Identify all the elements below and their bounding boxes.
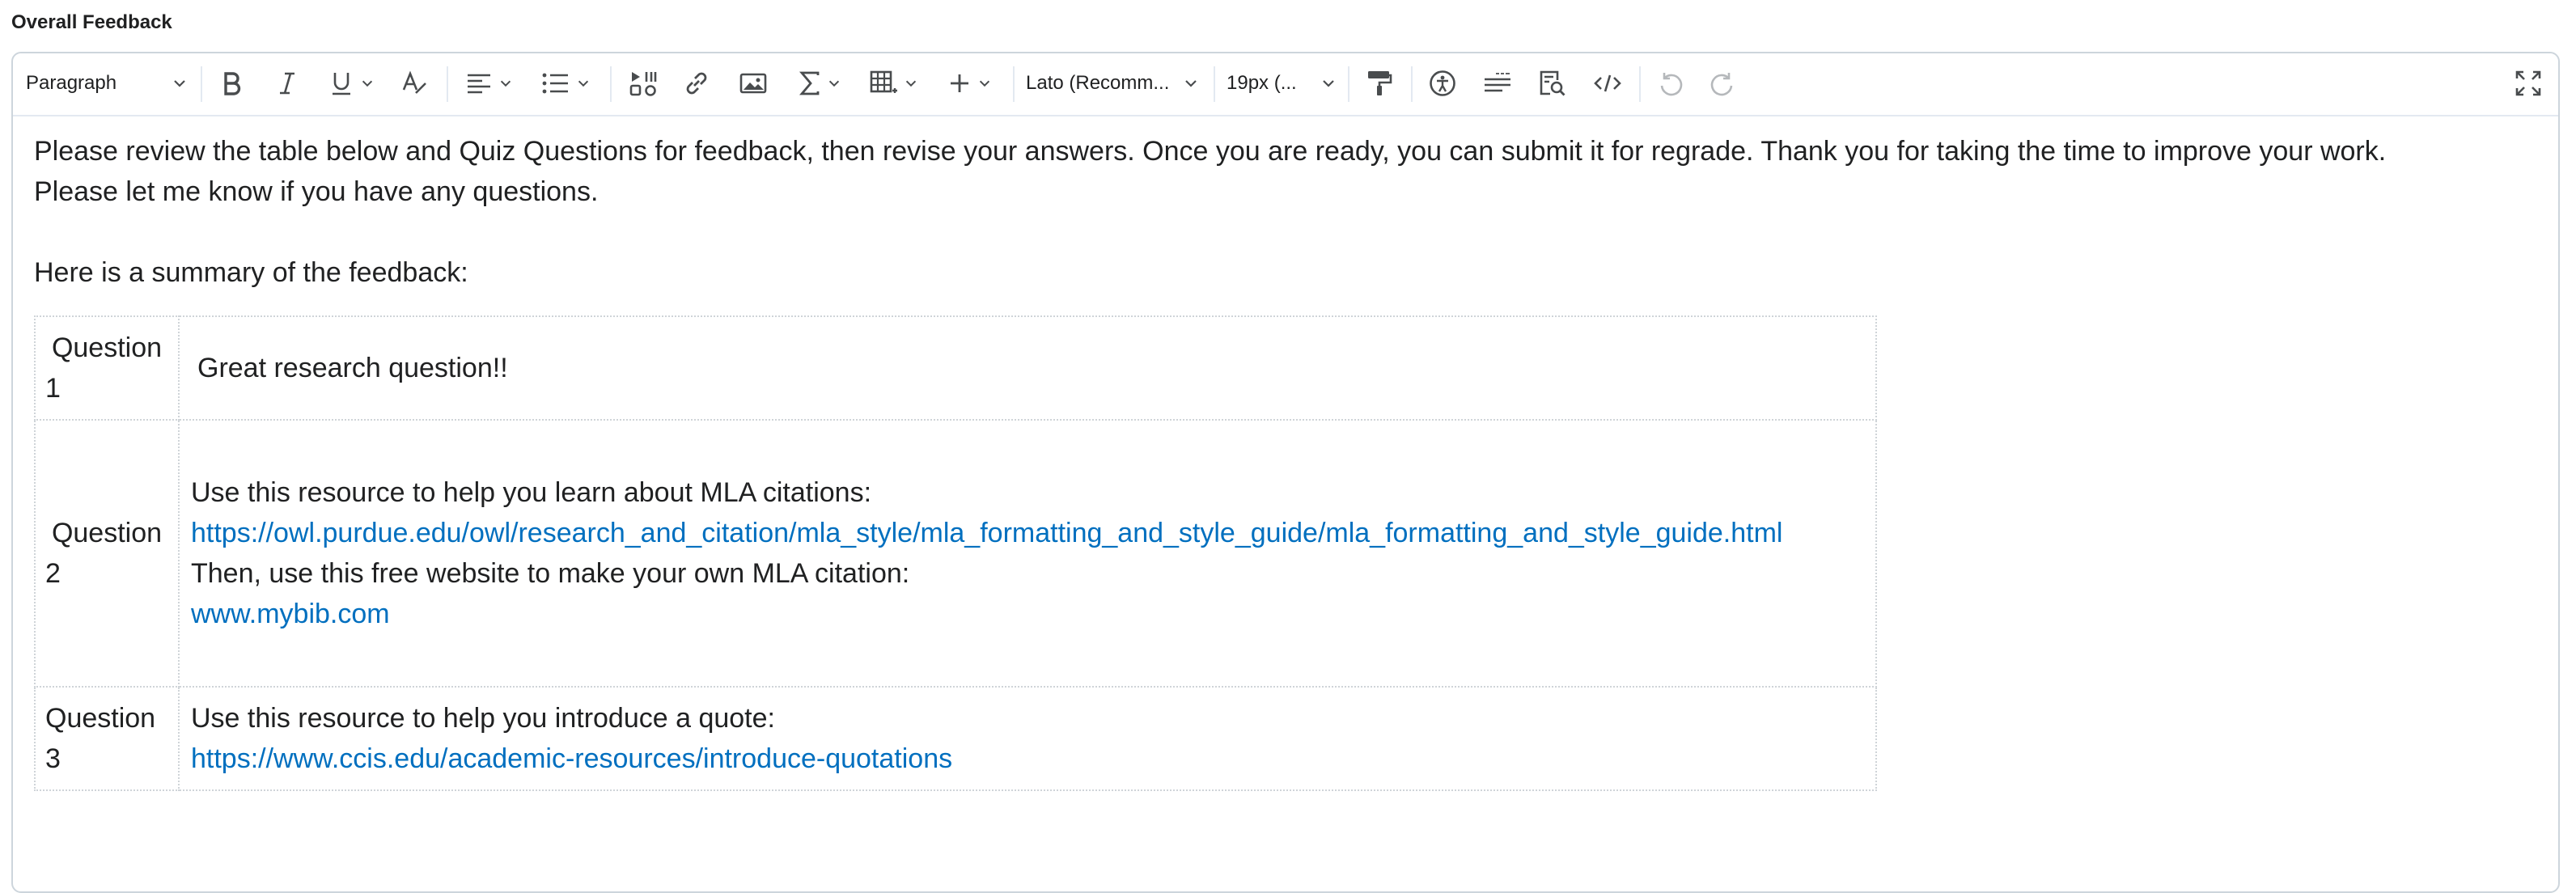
summary-paragraph: Here is a summary of the feedback: <box>34 257 468 288</box>
feedback-cell: Use this resource to help you introduce … <box>178 686 1877 791</box>
word-count-icon <box>1483 71 1512 95</box>
insert-link-button[interactable] <box>678 65 715 102</box>
insert-image-button[interactable] <box>735 65 772 102</box>
text-style-button[interactable] <box>396 65 434 102</box>
bullet-list-icon <box>542 72 570 95</box>
italic-icon <box>277 71 298 95</box>
table-button[interactable] <box>866 65 922 102</box>
preview-icon <box>1539 70 1566 97</box>
question-label: Question <box>51 518 163 548</box>
table-row: Question 2 Use this resource to help you… <box>34 419 1877 688</box>
source-code-button[interactable] <box>1589 65 1626 102</box>
chevron-down-icon <box>172 75 188 91</box>
accessibility-icon <box>1429 70 1456 97</box>
format-select[interactable]: Paragraph <box>26 65 188 102</box>
section-label: Overall Feedback <box>11 11 172 33</box>
question-number: 1 <box>45 373 61 404</box>
purdue-owl-link[interactable]: https://owl.purdue.edu/owl/research_and_… <box>191 518 1782 548</box>
feedback-text: Use this resource to help you learn abou… <box>191 477 872 508</box>
chevron-down-icon <box>1320 75 1337 91</box>
plus-icon <box>948 72 971 95</box>
feedback-cell: Great research question!! <box>178 315 1877 421</box>
preview-button[interactable] <box>1534 65 1571 102</box>
bold-icon <box>221 71 244 95</box>
redo-icon <box>1710 70 1735 96</box>
chevron-down-icon <box>576 76 591 91</box>
chevron-down-icon <box>360 76 375 91</box>
list-button[interactable] <box>537 65 595 102</box>
accessibility-checker-button[interactable] <box>1424 65 1461 102</box>
fullscreen-icon <box>2515 70 2542 97</box>
feedback-cell: Use this resource to help you learn abou… <box>178 419 1877 688</box>
editor-toolbar: Paragraph Lato (Recomm... 19px (... <box>13 53 2558 116</box>
question-number: 3 <box>45 743 61 774</box>
undo-button[interactable] <box>1652 65 1689 102</box>
chevron-down-icon <box>498 76 513 91</box>
intro-paragraph-2: Please let me know if you have any quest… <box>34 176 599 207</box>
paint-roller-icon <box>1366 70 1392 97</box>
align-left-icon <box>466 72 492 95</box>
table-row: Question 1 Great research question!! <box>34 315 1877 421</box>
redo-button[interactable] <box>1704 65 1741 102</box>
format-select-label: Paragraph <box>26 72 117 94</box>
undo-icon <box>1658 70 1684 96</box>
rich-text-editor: Paragraph Lato (Recomm... 19px (... Plea… <box>11 52 2560 893</box>
italic-button[interactable] <box>269 65 306 102</box>
question-cell: Question 3 <box>34 686 180 791</box>
underline-button[interactable] <box>324 65 380 102</box>
chevron-down-icon <box>1183 75 1199 91</box>
feedback-table: Question 1 Great research question!! Que… <box>34 315 1877 791</box>
question-cell: Question 2 <box>34 419 180 688</box>
chevron-down-icon <box>977 76 992 91</box>
table-icon <box>870 70 897 96</box>
ccis-quotations-link[interactable]: https://www.ccis.edu/academic-resources/… <box>191 743 952 774</box>
sigma-icon <box>799 70 820 96</box>
font-family-select[interactable]: Lato (Recomm... <box>1026 65 1199 102</box>
feedback-text: Then, use this free website to make your… <box>191 558 910 589</box>
font-size-label: 19px (... <box>1227 72 1297 94</box>
insert-stuff-button[interactable] <box>625 65 662 102</box>
insert-more-button[interactable] <box>942 65 998 102</box>
font-size-select[interactable]: 19px (... <box>1227 65 1337 102</box>
text-style-icon <box>401 70 429 96</box>
question-label: Question <box>51 332 163 363</box>
font-family-label: Lato (Recomm... <box>1026 72 1170 94</box>
equation-button[interactable] <box>791 65 849 102</box>
feedback-text: Great research question!! <box>197 353 508 383</box>
bold-button[interactable] <box>214 65 251 102</box>
editor-content[interactable]: Please review the table below and Quiz Q… <box>34 131 2534 791</box>
code-icon <box>1594 73 1621 94</box>
chevron-down-icon <box>827 76 841 91</box>
word-count-button[interactable] <box>1479 65 1516 102</box>
align-button[interactable] <box>461 65 518 102</box>
insert-stuff-icon <box>629 70 657 97</box>
question-label: Question <box>45 703 156 734</box>
chevron-down-icon <box>904 76 918 91</box>
underline-icon <box>329 70 354 96</box>
link-icon <box>683 70 710 97</box>
format-painter-button[interactable] <box>1361 65 1398 102</box>
image-icon <box>739 72 767 95</box>
question-number: 2 <box>45 558 61 589</box>
feedback-text: Use this resource to help you introduce … <box>191 703 775 734</box>
mybib-link[interactable]: www.mybib.com <box>191 599 390 629</box>
table-row: Question 3 Use this resource to help you… <box>34 686 1877 791</box>
intro-paragraph-1: Please review the table below and Quiz Q… <box>34 136 2387 167</box>
fullscreen-button[interactable] <box>2510 65 2547 102</box>
question-cell: Question 1 <box>34 315 180 421</box>
